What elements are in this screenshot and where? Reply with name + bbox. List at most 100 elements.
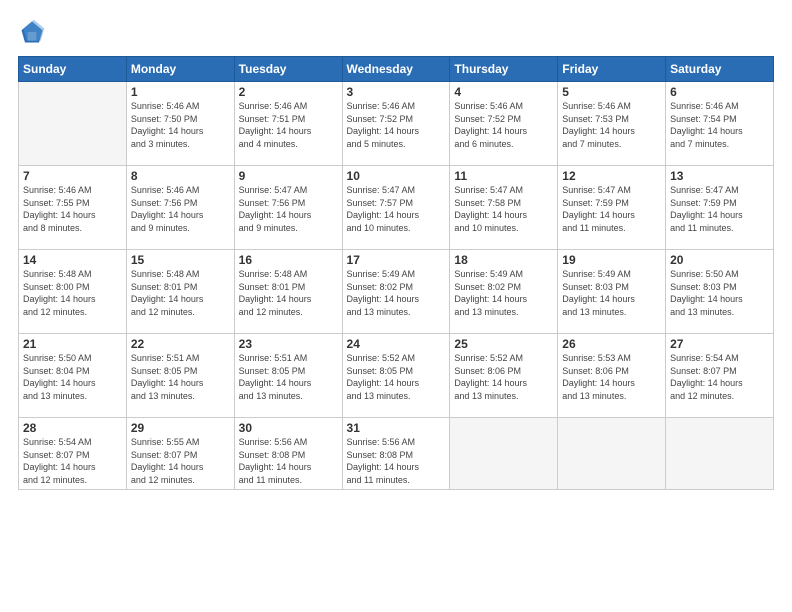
day-number: 30	[239, 421, 338, 435]
calendar-cell: 17Sunrise: 5:49 AM Sunset: 8:02 PM Dayli…	[342, 250, 450, 334]
day-number: 1	[131, 85, 230, 99]
day-info: Sunrise: 5:49 AM Sunset: 8:03 PM Dayligh…	[562, 268, 661, 318]
calendar-week-row: 21Sunrise: 5:50 AM Sunset: 8:04 PM Dayli…	[19, 334, 774, 418]
day-number: 15	[131, 253, 230, 267]
calendar-cell: 23Sunrise: 5:51 AM Sunset: 8:05 PM Dayli…	[234, 334, 342, 418]
day-info: Sunrise: 5:46 AM Sunset: 7:52 PM Dayligh…	[454, 100, 553, 150]
day-info: Sunrise: 5:52 AM Sunset: 8:05 PM Dayligh…	[347, 352, 446, 402]
calendar-cell: 1Sunrise: 5:46 AM Sunset: 7:50 PM Daylig…	[126, 82, 234, 166]
day-info: Sunrise: 5:46 AM Sunset: 7:53 PM Dayligh…	[562, 100, 661, 150]
day-number: 4	[454, 85, 553, 99]
calendar-cell: 10Sunrise: 5:47 AM Sunset: 7:57 PM Dayli…	[342, 166, 450, 250]
calendar-week-row: 28Sunrise: 5:54 AM Sunset: 8:07 PM Dayli…	[19, 418, 774, 490]
calendar-header-sunday: Sunday	[19, 57, 127, 82]
calendar-cell: 30Sunrise: 5:56 AM Sunset: 8:08 PM Dayli…	[234, 418, 342, 490]
day-number: 5	[562, 85, 661, 99]
day-number: 10	[347, 169, 446, 183]
logo-icon	[18, 18, 46, 46]
calendar-header-tuesday: Tuesday	[234, 57, 342, 82]
calendar-week-row: 7Sunrise: 5:46 AM Sunset: 7:55 PM Daylig…	[19, 166, 774, 250]
day-info: Sunrise: 5:55 AM Sunset: 8:07 PM Dayligh…	[131, 436, 230, 486]
day-number: 31	[347, 421, 446, 435]
day-number: 28	[23, 421, 122, 435]
calendar-cell: 14Sunrise: 5:48 AM Sunset: 8:00 PM Dayli…	[19, 250, 127, 334]
day-number: 27	[670, 337, 769, 351]
day-number: 19	[562, 253, 661, 267]
day-number: 29	[131, 421, 230, 435]
day-number: 9	[239, 169, 338, 183]
day-info: Sunrise: 5:46 AM Sunset: 7:56 PM Dayligh…	[131, 184, 230, 234]
header	[18, 18, 774, 46]
calendar-cell: 24Sunrise: 5:52 AM Sunset: 8:05 PM Dayli…	[342, 334, 450, 418]
day-number: 20	[670, 253, 769, 267]
day-info: Sunrise: 5:46 AM Sunset: 7:52 PM Dayligh…	[347, 100, 446, 150]
day-info: Sunrise: 5:52 AM Sunset: 8:06 PM Dayligh…	[454, 352, 553, 402]
calendar-cell: 28Sunrise: 5:54 AM Sunset: 8:07 PM Dayli…	[19, 418, 127, 490]
day-info: Sunrise: 5:49 AM Sunset: 8:02 PM Dayligh…	[454, 268, 553, 318]
day-info: Sunrise: 5:46 AM Sunset: 7:55 PM Dayligh…	[23, 184, 122, 234]
day-number: 18	[454, 253, 553, 267]
day-number: 21	[23, 337, 122, 351]
calendar-header-thursday: Thursday	[450, 57, 558, 82]
calendar-cell: 31Sunrise: 5:56 AM Sunset: 8:08 PM Dayli…	[342, 418, 450, 490]
day-info: Sunrise: 5:46 AM Sunset: 7:54 PM Dayligh…	[670, 100, 769, 150]
day-info: Sunrise: 5:48 AM Sunset: 8:01 PM Dayligh…	[131, 268, 230, 318]
day-number: 6	[670, 85, 769, 99]
calendar-cell: 9Sunrise: 5:47 AM Sunset: 7:56 PM Daylig…	[234, 166, 342, 250]
day-number: 24	[347, 337, 446, 351]
day-number: 8	[131, 169, 230, 183]
day-number: 14	[23, 253, 122, 267]
calendar-cell: 5Sunrise: 5:46 AM Sunset: 7:53 PM Daylig…	[558, 82, 666, 166]
day-info: Sunrise: 5:51 AM Sunset: 8:05 PM Dayligh…	[131, 352, 230, 402]
calendar-cell	[450, 418, 558, 490]
calendar-cell: 11Sunrise: 5:47 AM Sunset: 7:58 PM Dayli…	[450, 166, 558, 250]
calendar-cell: 4Sunrise: 5:46 AM Sunset: 7:52 PM Daylig…	[450, 82, 558, 166]
day-number: 16	[239, 253, 338, 267]
calendar-header-row: SundayMondayTuesdayWednesdayThursdayFrid…	[19, 57, 774, 82]
day-info: Sunrise: 5:46 AM Sunset: 7:50 PM Dayligh…	[131, 100, 230, 150]
day-info: Sunrise: 5:54 AM Sunset: 8:07 PM Dayligh…	[23, 436, 122, 486]
calendar-cell: 8Sunrise: 5:46 AM Sunset: 7:56 PM Daylig…	[126, 166, 234, 250]
calendar-cell: 2Sunrise: 5:46 AM Sunset: 7:51 PM Daylig…	[234, 82, 342, 166]
day-number: 11	[454, 169, 553, 183]
day-info: Sunrise: 5:47 AM Sunset: 7:57 PM Dayligh…	[347, 184, 446, 234]
calendar-cell: 27Sunrise: 5:54 AM Sunset: 8:07 PM Dayli…	[666, 334, 774, 418]
day-number: 2	[239, 85, 338, 99]
page: SundayMondayTuesdayWednesdayThursdayFrid…	[0, 0, 792, 612]
day-info: Sunrise: 5:47 AM Sunset: 7:59 PM Dayligh…	[670, 184, 769, 234]
calendar-cell: 15Sunrise: 5:48 AM Sunset: 8:01 PM Dayli…	[126, 250, 234, 334]
day-number: 23	[239, 337, 338, 351]
day-info: Sunrise: 5:54 AM Sunset: 8:07 PM Dayligh…	[670, 352, 769, 402]
day-number: 13	[670, 169, 769, 183]
day-info: Sunrise: 5:48 AM Sunset: 8:01 PM Dayligh…	[239, 268, 338, 318]
day-number: 17	[347, 253, 446, 267]
calendar-cell: 21Sunrise: 5:50 AM Sunset: 8:04 PM Dayli…	[19, 334, 127, 418]
day-info: Sunrise: 5:50 AM Sunset: 8:04 PM Dayligh…	[23, 352, 122, 402]
calendar-header-wednesday: Wednesday	[342, 57, 450, 82]
calendar-cell: 13Sunrise: 5:47 AM Sunset: 7:59 PM Dayli…	[666, 166, 774, 250]
calendar-cell: 22Sunrise: 5:51 AM Sunset: 8:05 PM Dayli…	[126, 334, 234, 418]
day-number: 12	[562, 169, 661, 183]
calendar-cell: 6Sunrise: 5:46 AM Sunset: 7:54 PM Daylig…	[666, 82, 774, 166]
day-info: Sunrise: 5:48 AM Sunset: 8:00 PM Dayligh…	[23, 268, 122, 318]
calendar-header-friday: Friday	[558, 57, 666, 82]
day-number: 26	[562, 337, 661, 351]
day-info: Sunrise: 5:47 AM Sunset: 7:58 PM Dayligh…	[454, 184, 553, 234]
calendar-header-monday: Monday	[126, 57, 234, 82]
calendar-cell: 7Sunrise: 5:46 AM Sunset: 7:55 PM Daylig…	[19, 166, 127, 250]
calendar-cell: 25Sunrise: 5:52 AM Sunset: 8:06 PM Dayli…	[450, 334, 558, 418]
calendar-cell: 26Sunrise: 5:53 AM Sunset: 8:06 PM Dayli…	[558, 334, 666, 418]
day-info: Sunrise: 5:51 AM Sunset: 8:05 PM Dayligh…	[239, 352, 338, 402]
calendar-cell: 18Sunrise: 5:49 AM Sunset: 8:02 PM Dayli…	[450, 250, 558, 334]
calendar-cell	[666, 418, 774, 490]
day-info: Sunrise: 5:56 AM Sunset: 8:08 PM Dayligh…	[347, 436, 446, 486]
calendar-cell	[558, 418, 666, 490]
calendar-cell	[19, 82, 127, 166]
logo	[18, 18, 50, 46]
day-info: Sunrise: 5:56 AM Sunset: 8:08 PM Dayligh…	[239, 436, 338, 486]
day-info: Sunrise: 5:46 AM Sunset: 7:51 PM Dayligh…	[239, 100, 338, 150]
day-number: 3	[347, 85, 446, 99]
calendar-week-row: 1Sunrise: 5:46 AM Sunset: 7:50 PM Daylig…	[19, 82, 774, 166]
day-number: 7	[23, 169, 122, 183]
calendar-cell: 12Sunrise: 5:47 AM Sunset: 7:59 PM Dayli…	[558, 166, 666, 250]
